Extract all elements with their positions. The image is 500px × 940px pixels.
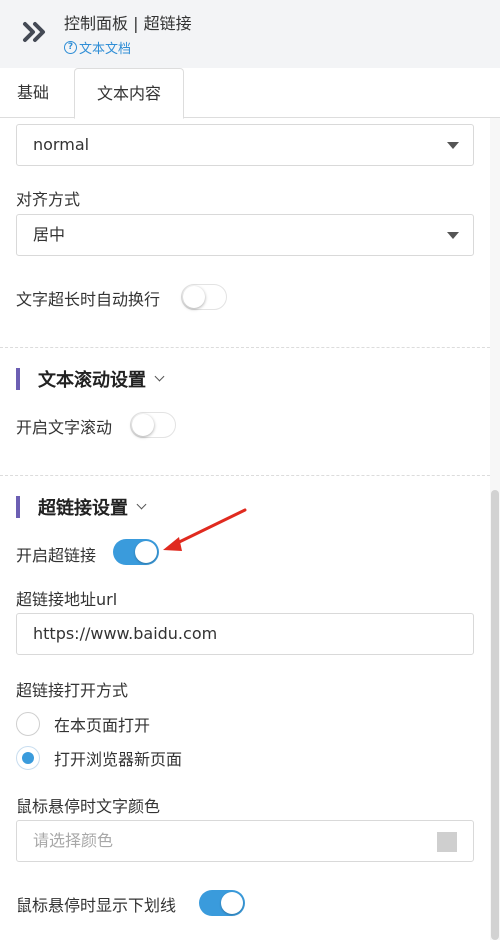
question-icon: ?	[64, 41, 77, 54]
url-label: 超链接地址url	[16, 590, 118, 609]
align-label: 对齐方式	[16, 190, 81, 209]
section-divider	[0, 475, 500, 476]
wrap-label: 文字超长时自动换行	[16, 290, 161, 309]
scroll-section-header[interactable]: 文本滚动设置	[16, 367, 165, 391]
doc-link-label: 文本文档	[79, 42, 132, 57]
double-chevron-right-icon	[23, 22, 45, 42]
underline-toggle[interactable]	[199, 890, 245, 916]
caret-down-icon	[447, 142, 459, 149]
chevron-down-icon	[136, 499, 147, 510]
panel-header: 控制面板 | 超链接 ? 文本文档	[0, 0, 500, 68]
doc-link[interactable]: ? 文本文档	[64, 38, 131, 57]
link-toggle[interactable]	[113, 539, 159, 565]
scroll-section-title: 文本滚动设置	[38, 370, 146, 391]
open-mode-label: 超链接打开方式	[16, 681, 129, 700]
tab-text-content[interactable]: 文本内容	[74, 68, 184, 119]
link-section-title: 超链接设置	[38, 498, 128, 519]
font-weight-select[interactable]: normal	[16, 124, 474, 166]
tab-bar: 基础 文本内容	[0, 68, 500, 119]
chevron-down-icon	[154, 371, 165, 382]
link-section-header[interactable]: 超链接设置	[16, 495, 147, 519]
caret-down-icon	[447, 232, 459, 239]
toggle-knob	[183, 286, 205, 308]
font-weight-value: normal	[33, 135, 90, 154]
toggle-knob	[221, 892, 243, 914]
url-input[interactable]: https://www.baidu.com	[16, 613, 474, 655]
tab-basic[interactable]: 基础	[0, 68, 66, 118]
radio-button	[16, 712, 40, 736]
radio-open-new-page[interactable]: 打开浏览器新页面	[16, 745, 182, 771]
underline-label: 鼠标悬停时显示下划线	[16, 896, 177, 915]
annotation-arrow-icon	[163, 508, 247, 551]
section-accent-bar	[16, 496, 20, 518]
scroll-toggle[interactable]	[130, 412, 176, 438]
align-select[interactable]: 居中	[16, 214, 474, 256]
expand-panel-button[interactable]	[16, 14, 56, 50]
align-value: 居中	[33, 225, 66, 244]
url-value: https://www.baidu.com	[33, 624, 218, 643]
link-enable-label: 开启超链接	[16, 546, 97, 565]
radio-button-checked	[16, 746, 40, 770]
hover-color-input[interactable]: 请选择颜色	[16, 820, 474, 862]
wrap-toggle[interactable]	[181, 284, 227, 310]
hover-color-placeholder: 请选择颜色	[33, 831, 114, 850]
radio-label: 打开浏览器新页面	[54, 750, 183, 769]
toggle-knob	[135, 541, 157, 563]
color-swatch[interactable]	[437, 832, 457, 852]
panel-title: 控制面板 | 超链接	[64, 14, 192, 33]
scroll-enable-label: 开启文字滚动	[16, 418, 113, 437]
section-divider	[0, 347, 500, 348]
radio-open-same-page[interactable]: 在本页面打开	[16, 711, 150, 737]
scrollbar-thumb[interactable]	[491, 490, 499, 940]
radio-label: 在本页面打开	[54, 716, 151, 735]
toggle-knob	[132, 414, 154, 436]
section-accent-bar	[16, 368, 20, 390]
hover-color-label: 鼠标悬停时文字颜色	[16, 797, 161, 816]
